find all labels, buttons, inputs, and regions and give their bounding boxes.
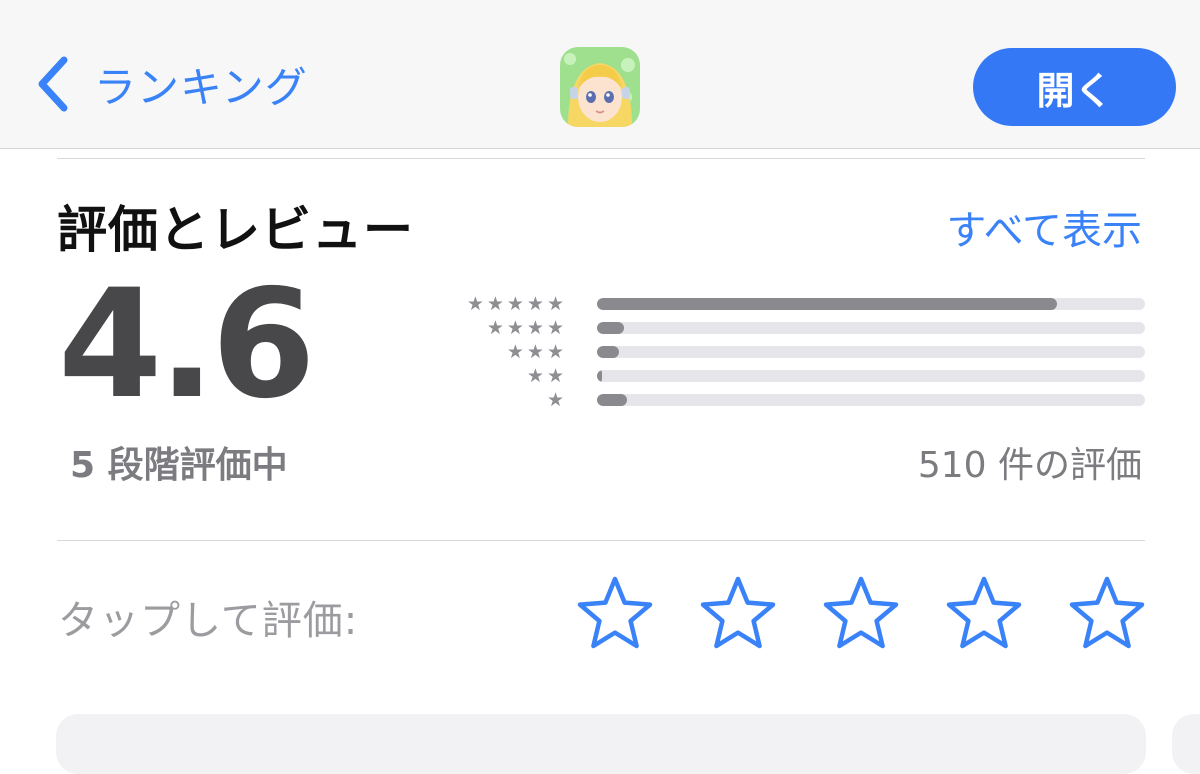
back-button-label: ランキング	[94, 62, 308, 112]
histogram-row: ★★★★★	[455, 293, 1145, 315]
app-icon	[560, 47, 640, 127]
section-title: 評価とレビュー	[57, 201, 414, 259]
histogram-bar-fill	[597, 298, 1058, 310]
star-outline-icon[interactable]	[823, 575, 899, 651]
middle-divider	[57, 540, 1145, 541]
next-review-card[interactable]	[1172, 714, 1200, 774]
histogram-bar-fill	[597, 394, 628, 406]
histogram-row: ★★★★	[455, 317, 1145, 339]
star-outline-icon[interactable]	[700, 575, 776, 651]
histogram-bar-track	[597, 346, 1145, 358]
histogram-bar-fill	[597, 322, 625, 334]
histogram-row: ★	[455, 389, 1145, 411]
star-outline-icon[interactable]	[577, 575, 653, 651]
see-all-link[interactable]: すべて表示	[946, 198, 1142, 256]
top-divider	[57, 158, 1145, 159]
histogram-star-label: ★★★★★	[466, 293, 567, 315]
histogram-bar-fill	[597, 370, 603, 382]
histogram-star-label: ★★★	[506, 341, 567, 363]
review-card[interactable]	[56, 714, 1146, 774]
rating-count: 510 件の評価	[917, 445, 1142, 486]
histogram-bar-track	[597, 394, 1145, 406]
chevron-left-icon	[38, 56, 68, 112]
average-rating: 4.6	[58, 258, 316, 432]
histogram-bar-track	[597, 370, 1145, 382]
histogram-bar-track	[597, 322, 1145, 334]
rating-scale-label: 5 段階評価中	[70, 445, 288, 486]
histogram-star-label: ★★★★	[486, 317, 567, 339]
star-outline-icon[interactable]	[1069, 575, 1145, 651]
tap-to-rate-label: タップして評価:	[58, 598, 359, 644]
open-button[interactable]: 開く	[973, 48, 1176, 126]
histogram-star-label: ★	[546, 389, 567, 411]
navigation-bar: ランキング 開く	[0, 0, 1200, 149]
histogram-row: ★★	[455, 365, 1145, 387]
histogram-star-label: ★★	[526, 365, 567, 387]
histogram-row: ★★★	[455, 341, 1145, 363]
back-button[interactable]: ランキング	[36, 52, 308, 116]
histogram-bar-fill	[597, 346, 619, 358]
star-outline-icon[interactable]	[946, 575, 1022, 651]
histogram-bar-track	[597, 298, 1145, 310]
